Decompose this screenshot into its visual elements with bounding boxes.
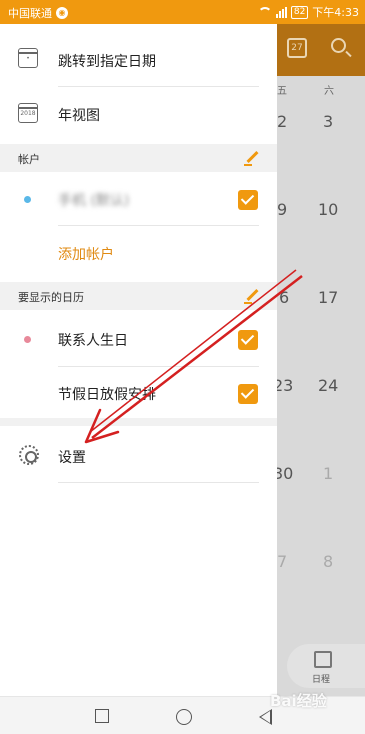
day-cell[interactable]: 7 [277,552,287,571]
calendar-checkbox[interactable] [238,384,258,404]
calendar-item-birthdays[interactable]: 联系人生日 [0,324,277,354]
gear-icon [19,445,39,465]
menu-item-settings[interactable]: 设置 [0,440,277,470]
section-gap [0,418,277,426]
day-cell[interactable]: 17 [318,288,338,307]
navigation-drawer: • 跳转到指定日期 2018 年视图 帐户 手机 (默认) 添加帐户 要显示的日… [0,24,277,696]
day-cell[interactable]: 6 [279,288,289,307]
day-cell[interactable]: 8 [323,552,333,571]
section-title: 帐户 [18,153,40,166]
status-left: 中国联通 ◉ [8,5,68,21]
menu-item-label: 设置 [58,450,86,466]
calendar-background: 27 五 六 2 3 9 10 6 17 23 24 30 1 7 8 日程 [277,24,365,696]
calendar-item-holidays[interactable]: 节假日放假安排 [0,378,277,408]
menu-item-label: 年视图 [58,108,100,124]
menu-item-label: 跳转到指定日期 [58,54,156,70]
back-button[interactable] [259,709,272,725]
home-button[interactable] [176,709,192,725]
weekday-sat: 六 [324,86,334,97]
calendar-checkbox[interactable] [238,330,258,350]
account-label: 手机 (默认) [58,193,130,209]
day-cell[interactable]: 30 [277,464,293,483]
add-account-row[interactable]: 添加帐户 [0,238,277,268]
account-row[interactable]: 手机 (默认) [0,184,277,214]
calendar-color-dot [24,336,31,343]
menu-item-year-view[interactable]: 2018 年视图 [0,100,277,130]
day-cell[interactable]: 3 [323,112,333,131]
edit-icon[interactable] [244,150,260,166]
search-icon[interactable] [331,38,346,53]
section-accounts: 帐户 [0,144,277,172]
menu-item-goto-date[interactable]: • 跳转到指定日期 [0,46,277,76]
day-cell[interactable]: 2 [277,112,287,131]
signal-icon [275,6,287,18]
calendar-header: 27 [277,24,365,76]
tab-schedule[interactable]: 日程 [287,644,365,688]
wifi-icon [257,6,272,18]
day-cell[interactable]: 10 [318,200,338,219]
carrier-label: 中国联通 [8,7,52,20]
divider [58,366,259,367]
day-cell[interactable]: 9 [277,200,287,219]
calendar-item-label: 联系人生日 [58,333,128,349]
recents-button[interactable] [95,709,109,723]
add-account-link[interactable]: 添加帐户 [58,244,114,264]
battery-level: 82 [290,5,309,19]
clock: 下午4:33 [312,6,359,19]
status-bar: 中国联通 ◉ 82 下午4:33 [0,0,365,24]
divider [58,86,259,87]
day-cell[interactable]: 1 [323,464,333,483]
status-right: 82 下午4:33 [257,4,359,20]
calendar-jump-icon: • [18,48,38,68]
today-calendar-icon[interactable]: 27 [287,38,307,58]
day-cell[interactable]: 23 [277,376,293,395]
day-cell[interactable]: 24 [318,376,338,395]
notification-icon: ◉ [56,7,68,19]
section-calendars: 要显示的日历 [0,282,277,310]
divider [58,482,259,483]
schedule-icon [314,651,332,668]
account-color-dot [24,196,31,203]
edit-icon[interactable] [244,288,260,304]
tab-schedule-label: 日程 [312,675,331,685]
watermark: Bai经验 [270,692,327,710]
weekday-fri: 五 [277,86,287,97]
calendar-item-label: 节假日放假安排 [58,387,156,403]
account-checkbox[interactable] [238,190,258,210]
divider [58,225,259,226]
section-title: 要显示的日历 [18,291,84,304]
year-view-icon: 2018 [18,103,38,123]
year-view-icon-text: 2018 [20,110,36,117]
